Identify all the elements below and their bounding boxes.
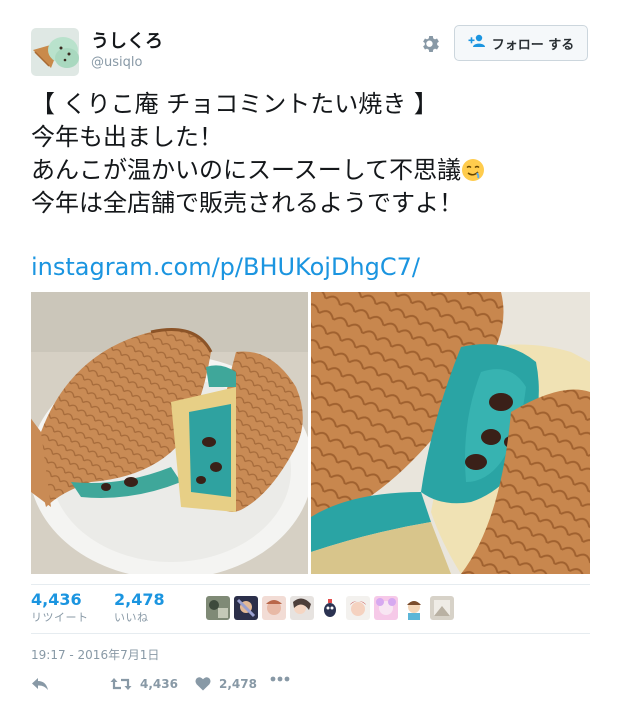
liker-avatar[interactable] bbox=[430, 596, 454, 620]
retweet-label: リツイート bbox=[31, 611, 89, 624]
display-name[interactable]: うしくろ bbox=[91, 31, 163, 53]
retweet-button[interactable]: 4,436 bbox=[110, 676, 178, 692]
gear-icon[interactable] bbox=[420, 33, 442, 55]
screen-name[interactable]: @usiqlo bbox=[91, 55, 142, 71]
drooling-face-emoji bbox=[461, 158, 485, 182]
add-user-icon bbox=[468, 34, 486, 52]
follow-button-label: フォロー する bbox=[491, 37, 575, 53]
retweet-action-count: 4,436 bbox=[140, 677, 178, 691]
reply-button[interactable] bbox=[31, 676, 49, 692]
photo-taiyaki-plate[interactable] bbox=[31, 292, 308, 574]
like-label: いいね bbox=[114, 611, 149, 624]
more-icon bbox=[270, 676, 290, 682]
retweet-icon bbox=[110, 676, 132, 692]
like-button[interactable]: 2,478 bbox=[195, 676, 257, 691]
photo-taiyaki-closeup[interactable] bbox=[311, 292, 590, 574]
like-count: 2,478 bbox=[114, 590, 165, 609]
user-avatar[interactable] bbox=[31, 28, 79, 76]
liker-avatar[interactable] bbox=[374, 596, 398, 620]
liker-avatar[interactable] bbox=[290, 596, 314, 620]
reply-icon bbox=[31, 676, 49, 692]
liker-avatar[interactable] bbox=[402, 596, 426, 620]
retweet-stat[interactable]: 4,436 リツイート bbox=[31, 590, 89, 625]
retweet-count: 4,436 bbox=[31, 590, 82, 609]
follow-button[interactable]: フォロー する bbox=[454, 25, 588, 61]
tweet-line: あんこが温かいのにスースーして不思議 bbox=[31, 156, 462, 184]
timestamp[interactable]: 19:17 - 2016年7月1日 bbox=[31, 646, 159, 663]
heart-icon bbox=[195, 676, 211, 691]
tweet-line: 今年も出ました！ bbox=[31, 123, 223, 151]
liker-avatar[interactable] bbox=[262, 596, 286, 620]
divider bbox=[31, 584, 590, 585]
tweet-line: 今年は全店舗で販売されるようですよ！ bbox=[31, 189, 463, 217]
divider bbox=[31, 633, 590, 634]
like-stat[interactable]: 2,478 いいね bbox=[114, 590, 165, 625]
liker-avatar[interactable] bbox=[318, 596, 342, 620]
liker-avatars bbox=[206, 596, 454, 620]
liker-avatar[interactable] bbox=[234, 596, 258, 620]
like-action-count: 2,478 bbox=[219, 676, 257, 691]
tweet-line: 【 くりこ庵 チョコミントたい焼き 】 bbox=[31, 90, 438, 118]
tweet-text: 【 くりこ庵 チョコミントたい焼き 】 今年も出ました！ あんこが温かいのにスー… bbox=[31, 88, 601, 220]
liker-avatar[interactable] bbox=[346, 596, 370, 620]
liker-avatar[interactable] bbox=[206, 596, 230, 620]
instagram-link[interactable]: instagram.com/p/BHUKojDhgC7/ bbox=[31, 252, 420, 282]
more-button[interactable] bbox=[270, 676, 290, 682]
